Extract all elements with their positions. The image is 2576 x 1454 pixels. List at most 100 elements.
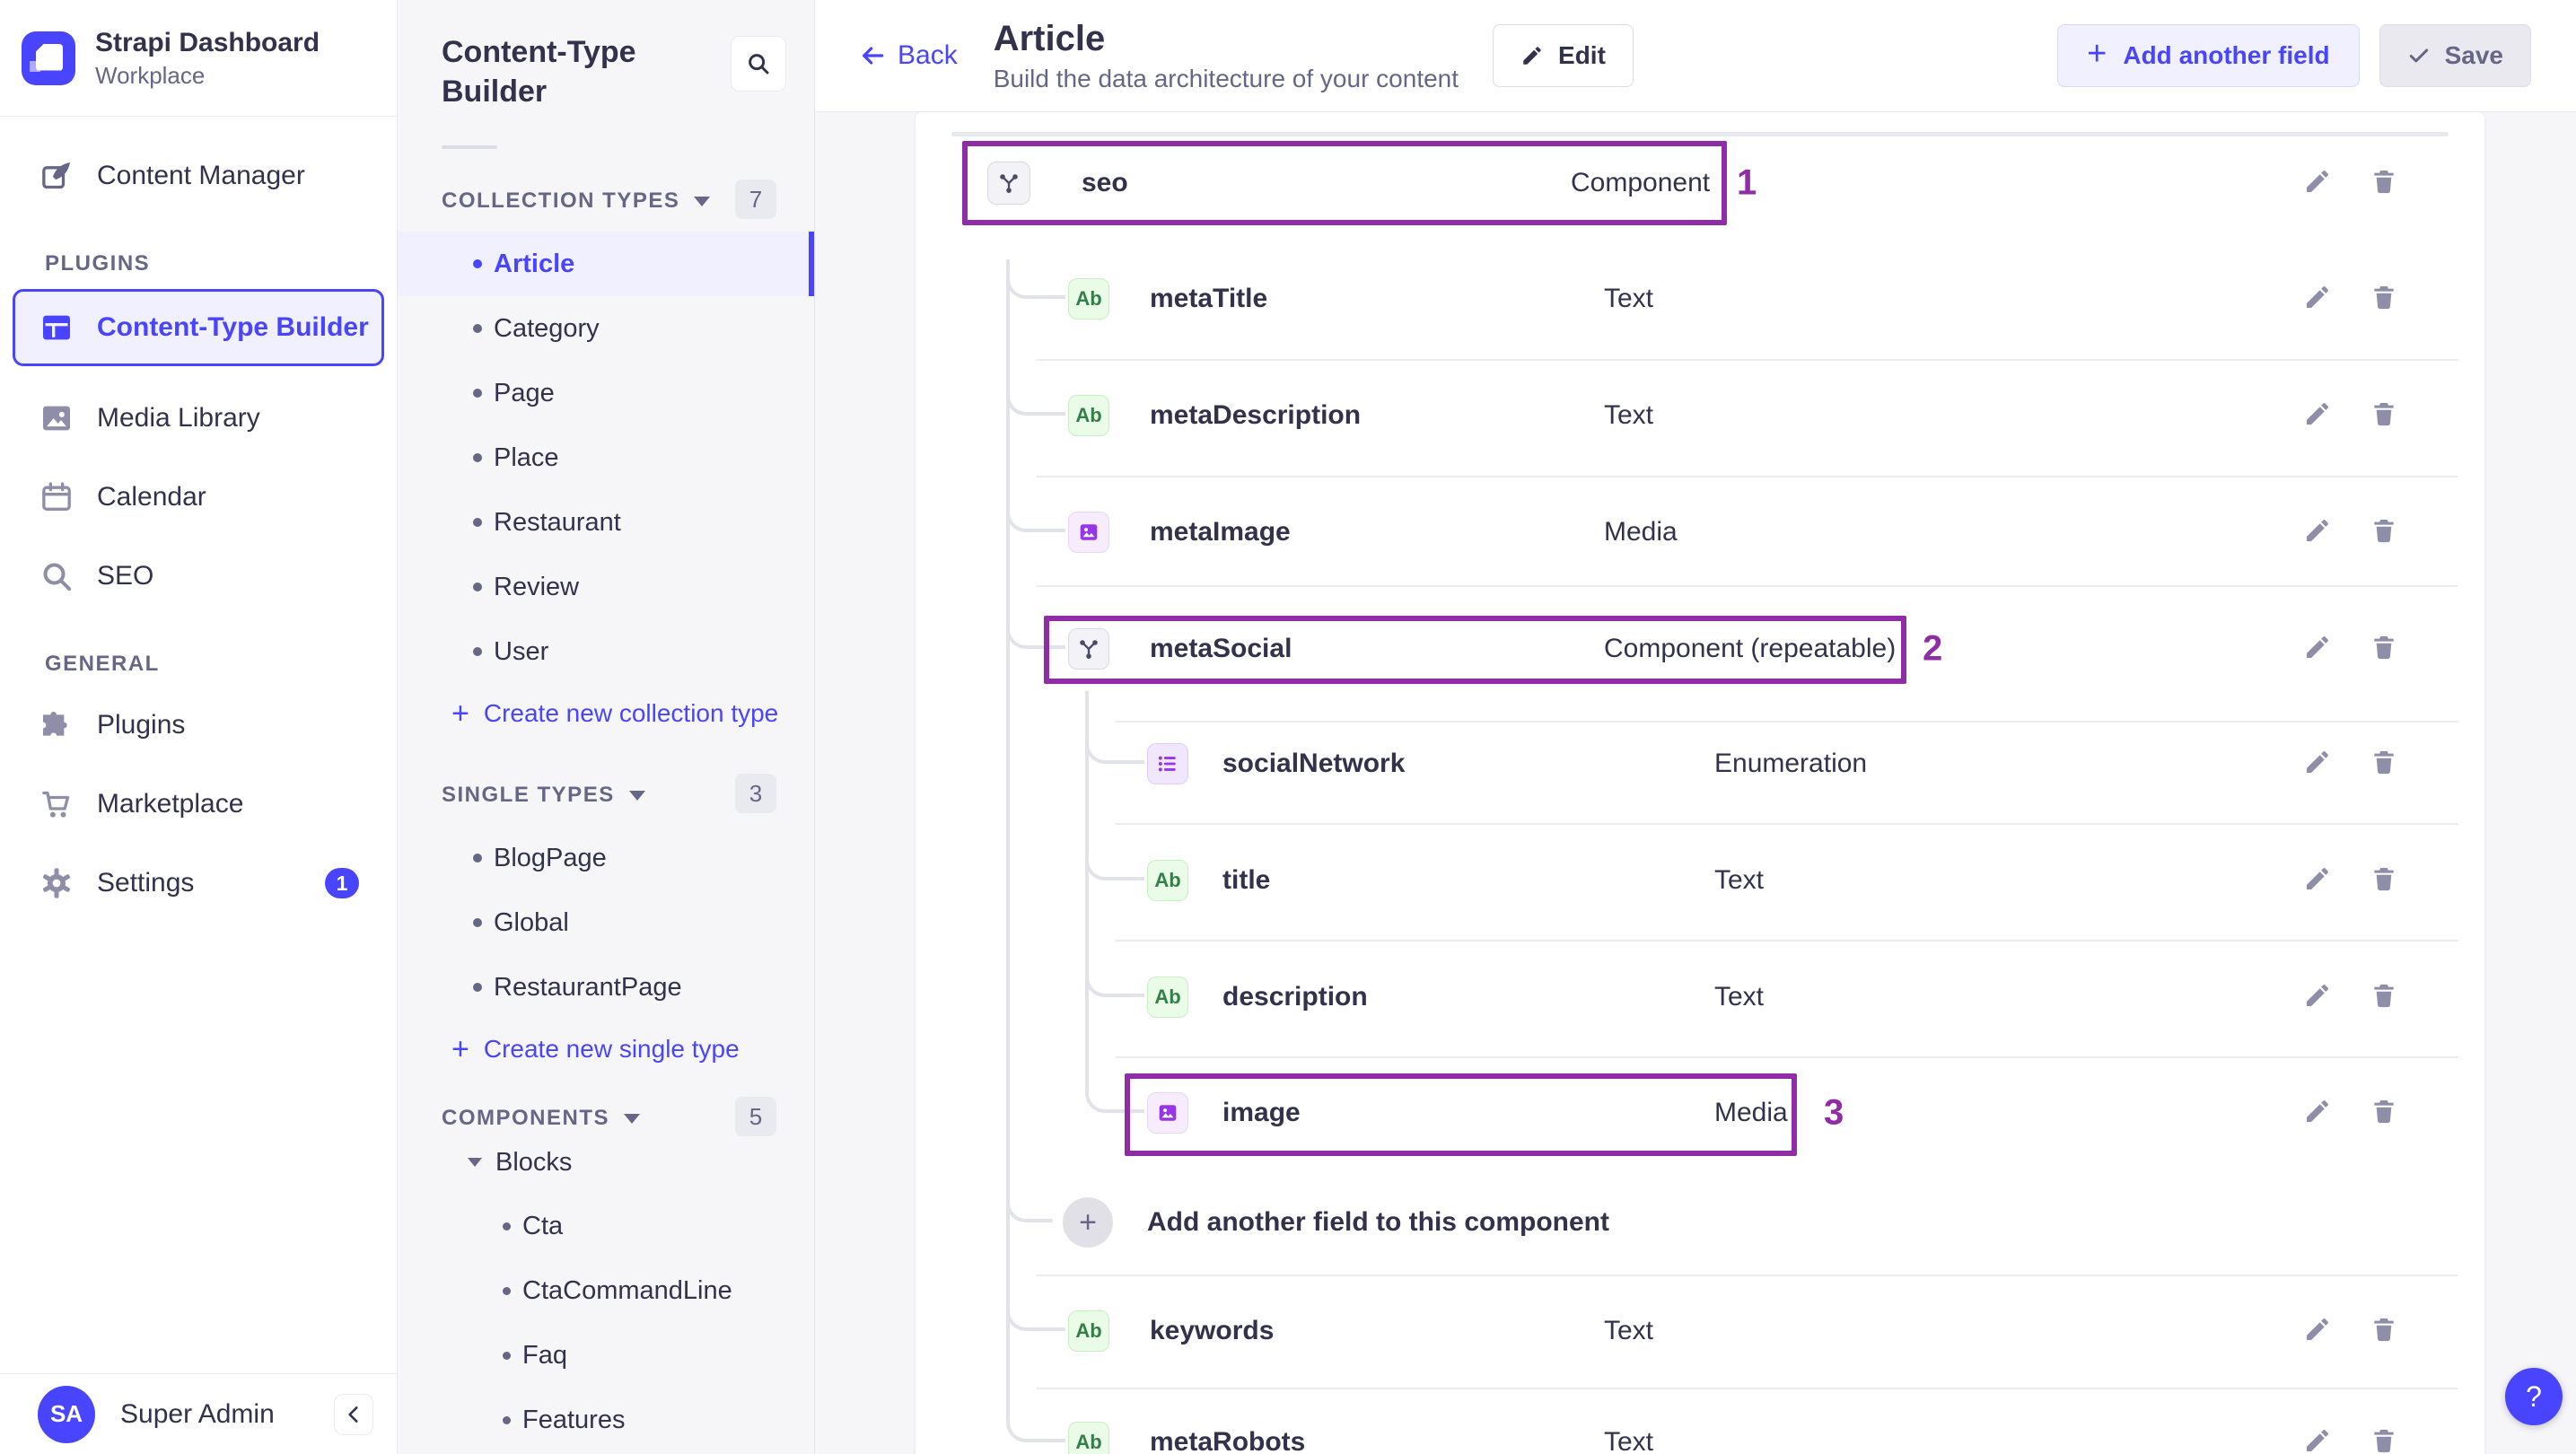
pencil-icon: [2303, 864, 2332, 898]
subnav-item-restaurant[interactable]: Restaurant: [398, 490, 814, 555]
group-header-collection-types[interactable]: COLLECTION TYPES 7: [398, 180, 814, 219]
subnav-item-global[interactable]: Global: [398, 890, 814, 955]
sidebar-item-content-manager[interactable]: Content Manager: [0, 136, 397, 215]
bullet-icon: [473, 983, 482, 992]
delete-field-button[interactable]: [2366, 398, 2402, 434]
chevron-left-icon: [348, 1406, 358, 1423]
delete-field-button[interactable]: [2366, 281, 2402, 317]
delete-field-button[interactable]: [2366, 165, 2402, 201]
trash-icon: [2370, 1426, 2398, 1454]
subnav-item-place[interactable]: Place: [398, 425, 814, 490]
bullet-icon: [473, 647, 482, 656]
field-name: image: [1222, 1098, 1301, 1127]
delete-field-button[interactable]: [2366, 631, 2402, 667]
edit-field-button[interactable]: [2300, 631, 2335, 667]
subnav-item-restaurantpage[interactable]: RestaurantPage: [398, 955, 814, 1020]
delete-field-button[interactable]: [2366, 1424, 2402, 1454]
subnav-item-review[interactable]: Review: [398, 555, 814, 619]
sidebar-item-seo[interactable]: SEO: [0, 537, 397, 616]
delete-field-button[interactable]: [2366, 1313, 2402, 1349]
avatar[interactable]: SA: [38, 1385, 95, 1443]
back-link[interactable]: Back: [858, 40, 958, 71]
subnav-item-article[interactable]: Article: [398, 232, 814, 296]
subnav-item-blogpage[interactable]: BlogPage: [398, 826, 814, 890]
edit-field-button[interactable]: [2300, 398, 2335, 434]
bullet-icon: [503, 1415, 511, 1424]
edit-field-button[interactable]: [2300, 514, 2335, 550]
delete-field-button[interactable]: [2366, 746, 2402, 782]
edit-field-button[interactable]: [2300, 863, 2335, 898]
sidebar-item-marketplace[interactable]: Marketplace: [0, 765, 397, 844]
delete-field-button[interactable]: [2366, 863, 2402, 898]
add-field-to-component-button[interactable]: +: [1063, 1197, 1113, 1248]
create-new-link[interactable]: + Create new collection type: [398, 684, 814, 743]
bullet-icon: [473, 582, 482, 591]
subnav-item-category[interactable]: Category: [398, 296, 814, 361]
edit-field-button[interactable]: [2300, 1313, 2335, 1349]
nav-section-label: GENERAL: [45, 652, 160, 676]
collapse-sidebar-button[interactable]: [334, 1393, 373, 1435]
component-item-ctacommandline[interactable]: CtaCommandLine: [398, 1258, 814, 1323]
field-name: metaSocial: [1150, 634, 1292, 663]
sidebar-item-label: Content Manager: [97, 161, 305, 190]
field-name: socialNetwork: [1222, 749, 1406, 778]
create-new-link[interactable]: + Create new single type: [398, 1020, 814, 1079]
field-type: Text: [1604, 400, 1654, 430]
subnav-item-label: Global: [494, 907, 569, 937]
add-another-field-button[interactable]: + Add another field: [2057, 24, 2360, 87]
subnav-item-user[interactable]: User: [398, 619, 814, 684]
divider: [951, 132, 2449, 136]
edit-field-button[interactable]: [2300, 1424, 2335, 1454]
edit-field-button[interactable]: [2300, 979, 2335, 1015]
trash-icon: [2370, 283, 2398, 316]
edit-field-button[interactable]: [2300, 1095, 2335, 1131]
sidebar-item-plugins[interactable]: Plugins: [0, 686, 397, 765]
field-type-text-icon: Ab: [1147, 860, 1188, 901]
sidebar-item-media-library[interactable]: Media Library: [0, 379, 397, 458]
search-icon: [749, 54, 769, 74]
annotation-number-1: 1: [1737, 162, 1757, 203]
group-label: SINGLE TYPES: [442, 783, 615, 807]
user-name: Super Admin: [120, 1398, 275, 1429]
delete-field-button[interactable]: [2366, 1095, 2402, 1131]
group-header-components[interactable]: COMPONENTS 5: [398, 1097, 814, 1136]
save-button[interactable]: Save: [2379, 24, 2531, 87]
field-name: seo: [1082, 168, 1128, 197]
component-item-cta[interactable]: Cta: [398, 1194, 814, 1258]
component-item-features[interactable]: Features: [398, 1388, 814, 1452]
tree-elbow: [1085, 841, 1144, 880]
row-divider: [1116, 823, 2458, 825]
edit-field-button[interactable]: [2300, 165, 2335, 201]
edit-field-button[interactable]: [2300, 746, 2335, 782]
field-name: keywords: [1150, 1316, 1275, 1345]
row-divider: [1116, 940, 2458, 942]
help-button[interactable]: ?: [2505, 1368, 2563, 1425]
sidebar-item-label: Settings: [97, 868, 195, 898]
component-item-label: Cta: [522, 1211, 564, 1240]
trash-icon: [2370, 633, 2398, 666]
brand: Strapi Dashboard Workplace: [0, 0, 397, 117]
group-header-single-types[interactable]: SINGLE TYPES 3: [398, 774, 814, 813]
pencil-icon: [2303, 748, 2332, 781]
group-label: COLLECTION TYPES: [442, 188, 680, 213]
delete-field-button[interactable]: [2366, 514, 2402, 550]
component-category-blocks[interactable]: Blocks: [398, 1131, 814, 1194]
tree-elbow: [1085, 958, 1144, 997]
pencil-icon: [2303, 1426, 2332, 1454]
sidebar-item-content-type-builder[interactable]: Content-Type Builder: [13, 289, 384, 366]
add-field-label: Add another field: [2123, 41, 2330, 69]
component-item-faq[interactable]: Faq: [398, 1323, 814, 1388]
sidebar-item-settings[interactable]: Settings 1: [0, 844, 397, 923]
row-divider: [1037, 476, 2458, 477]
field-type: Text: [1714, 865, 1765, 895]
component-item-label: CtaCommandLine: [522, 1275, 732, 1305]
edit-button[interactable]: Edit: [1493, 24, 1634, 87]
subnav-item-page[interactable]: Page: [398, 361, 814, 425]
search-button[interactable]: [731, 36, 786, 92]
check-icon: [2409, 48, 2428, 63]
subnav-item-label: BlogPage: [494, 843, 607, 872]
edit-field-button[interactable]: [2300, 281, 2335, 317]
trash-icon: [2370, 167, 2398, 200]
sidebar-item-calendar[interactable]: Calendar: [0, 458, 397, 537]
delete-field-button[interactable]: [2366, 979, 2402, 1015]
